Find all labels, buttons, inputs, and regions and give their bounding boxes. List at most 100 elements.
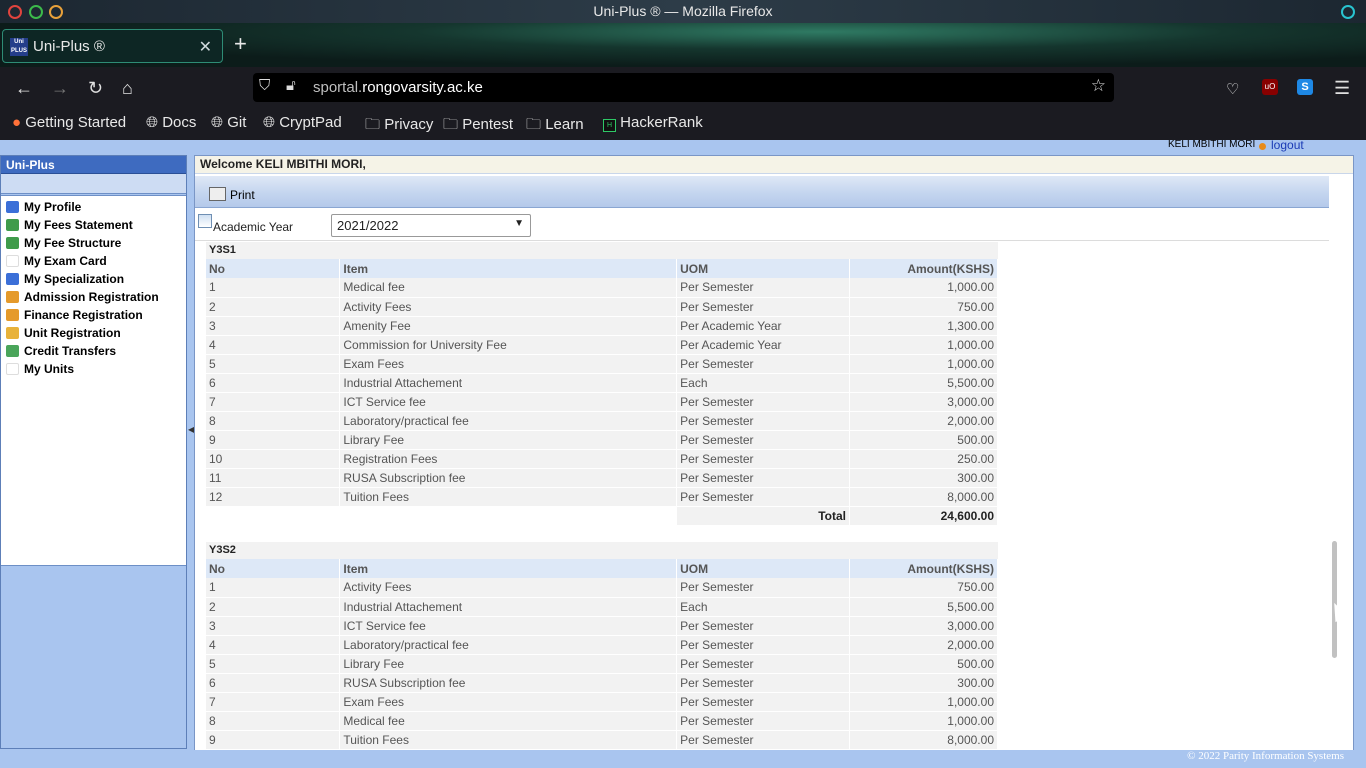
table-cell: 1,000.00 xyxy=(849,354,998,374)
table-cell: 5,500.00 xyxy=(849,373,998,393)
globe-icon: 🌐︎ xyxy=(211,114,224,131)
extension-s-icon[interactable]: S xyxy=(1297,79,1313,95)
table-cell: 6 xyxy=(206,673,341,693)
column-header: Item xyxy=(339,259,678,278)
table-cell: Laboratory/practical fee xyxy=(339,635,678,655)
table-cell: 8,000.00 xyxy=(849,487,998,507)
table-cell: Per Semester xyxy=(676,711,851,731)
hackerrank-icon: H xyxy=(603,119,616,132)
table-header-row: No Item UOM Amount(KSHS) xyxy=(206,559,998,578)
bookmark-hackerrank[interactable]: H HackerRank xyxy=(603,114,703,132)
tab-title: Uni-Plus ® xyxy=(33,38,105,55)
sidebar-item-my-fee-structure[interactable]: My Fee Structure xyxy=(1,234,186,252)
sidebar-menu: My Profile My Fees Statement My Fee Struct… xyxy=(1,195,186,566)
academic-year-value: 2021/2022 xyxy=(337,218,399,233)
menu-hamburger-icon[interactable]: ☰ xyxy=(1334,78,1350,99)
pocket-icon[interactable]: ♡ xyxy=(1226,80,1239,98)
print-button[interactable]: Print xyxy=(209,187,255,202)
table-cell: RUSA Subscription fee xyxy=(339,468,678,488)
sidebar-item-my-exam-card[interactable]: My Exam Card xyxy=(1,252,186,270)
minimize-window-icon[interactable] xyxy=(49,5,63,19)
url-prefix: sportal. xyxy=(313,79,363,96)
home-icon[interactable]: ⌂ xyxy=(122,78,133,99)
academic-year-row: Academic Year 2021/2022 ▼ xyxy=(195,209,1341,241)
forward-icon[interactable]: → xyxy=(51,78,69,99)
table-row: 1 Medical fee Per Semester 1,000.00 xyxy=(206,278,998,298)
table-row: 2 Activity Fees Per Semester 750.00 xyxy=(206,297,998,317)
folder-icon: 🗀 xyxy=(443,116,459,133)
sidebar-item-my-specialization[interactable]: My Specialization xyxy=(1,270,186,288)
sidebar-item-admission-registration[interactable]: Admission Registration xyxy=(1,288,186,306)
collapse-sidebar-icon[interactable]: ◀ xyxy=(188,425,194,470)
bookmark-getting-started[interactable]: ● Getting Started xyxy=(12,114,126,131)
table-row: 3 Amenity Fee Per Academic Year 1,300.00 xyxy=(206,316,998,336)
table-cell: Per Semester xyxy=(676,654,851,674)
edit-icon xyxy=(6,291,19,303)
sidebar-item-my-units[interactable]: My Units xyxy=(1,360,186,378)
user-name: KELI MBITHI MORI xyxy=(1168,139,1256,150)
table-cell: 5,500.00 xyxy=(849,597,998,617)
bookmark-git[interactable]: 🌐︎ Git xyxy=(211,114,246,131)
shield-icon[interactable]: ⛉ xyxy=(259,77,270,94)
table-cell: 9 xyxy=(206,730,341,750)
bookmarks-toolbar: ● Getting Started 🌐︎ Docs 🌐︎ Git 🌐︎ Cryp… xyxy=(0,108,1366,140)
table-cell: 2 xyxy=(206,597,341,617)
table-row: 7 ICT Service fee Per Semester 3,000.00 xyxy=(206,392,998,412)
table-cell: Registration Fees xyxy=(339,449,678,469)
logout-icon[interactable] xyxy=(1259,143,1266,150)
logout-link[interactable]: logout xyxy=(1271,138,1304,152)
close-tab-icon[interactable]: ✕ xyxy=(199,37,212,57)
close-window-icon[interactable] xyxy=(8,5,22,19)
bookmark-folder-learn[interactable]: 🗀 Learn xyxy=(526,114,584,139)
table-row: 8 Laboratory/practical fee Per Semester 2,0… xyxy=(206,411,998,431)
vertical-scrollbar[interactable] xyxy=(1329,176,1341,764)
table-cell: 1,000.00 xyxy=(849,335,998,355)
table-cell: Activity Fees xyxy=(339,297,678,317)
table-cell: Per Semester xyxy=(676,730,851,750)
table-row: 7 Exam Fees Per Semester 1,000.00 xyxy=(206,692,998,712)
tab-uniplus[interactable]: Uni PLUS Uni-Plus ® ✕ xyxy=(2,29,223,63)
window-menu-icon[interactable] xyxy=(1341,5,1355,19)
table-cell: 1,000.00 xyxy=(849,711,998,731)
table-cell: Industrial Attachement xyxy=(339,597,678,617)
table-cell: 750.00 xyxy=(849,578,998,598)
table-cell: Commission for University Fee xyxy=(339,335,678,355)
table-cell: 1 xyxy=(206,578,341,598)
sidebar: Uni-Plus My Profile My Fees Statement My F… xyxy=(0,155,187,749)
table-cell: Industrial Attachement xyxy=(339,373,678,393)
url-bar[interactable]: ⛉ 🔓︎ sportal.rongovarsity.ac.ke ☆ xyxy=(253,73,1114,102)
sidebar-item-finance-registration[interactable]: Finance Registration xyxy=(1,306,186,324)
ublock-icon[interactable]: uO xyxy=(1262,79,1278,95)
folder-icon: 🗀 xyxy=(526,116,542,133)
uniplus-favicon-icon: Uni PLUS xyxy=(10,38,28,56)
sidebar-item-credit-transfers[interactable]: Credit Transfers xyxy=(1,342,186,360)
academic-year-select[interactable]: 2021/2022 ▼ xyxy=(331,214,531,237)
scrollbar-thumb[interactable] xyxy=(1332,541,1337,658)
bookmark-cryptpad[interactable]: 🌐︎ CryptPad xyxy=(263,114,342,131)
blank-icon xyxy=(6,255,19,267)
semester-title: Y3S2 xyxy=(206,542,998,559)
sidebar-item-my-fees-statement[interactable]: My Fees Statement xyxy=(1,216,186,234)
column-header: Amount(KSHS) xyxy=(849,559,998,578)
table-cell: 250.00 xyxy=(849,449,998,469)
table-cell: 3,000.00 xyxy=(849,616,998,636)
maximize-window-icon[interactable] xyxy=(29,5,43,19)
back-icon[interactable]: ← xyxy=(15,78,33,99)
table-row: 2 Industrial Attachement Each 5,500.00 xyxy=(206,597,998,617)
table-cell: Tuition Fees xyxy=(339,730,678,750)
table-cell: Per Semester xyxy=(676,616,851,636)
bookmark-folder-privacy[interactable]: 🗀 Privacy xyxy=(365,114,433,139)
table-cell: Library Fee xyxy=(339,430,678,450)
lock-icon[interactable]: 🔓︎ xyxy=(286,77,296,94)
bookmark-folder-pentest[interactable]: 🗀 Pentest xyxy=(443,114,513,139)
table-cell: 4 xyxy=(206,335,341,355)
sidebar-item-my-profile[interactable]: My Profile xyxy=(1,198,186,216)
table-row: 9 Library Fee Per Semester 500.00 xyxy=(206,430,998,450)
sidebar-item-unit-registration[interactable]: Unit Registration xyxy=(1,324,186,342)
bookmark-docs[interactable]: 🌐︎ Docs xyxy=(146,114,196,131)
table-cell: 11 xyxy=(206,468,341,488)
printer-icon xyxy=(209,187,226,201)
reload-icon[interactable]: ↻ xyxy=(88,78,103,99)
new-tab-icon[interactable]: + xyxy=(234,31,247,57)
bookmark-star-icon[interactable]: ☆ xyxy=(1091,76,1106,96)
